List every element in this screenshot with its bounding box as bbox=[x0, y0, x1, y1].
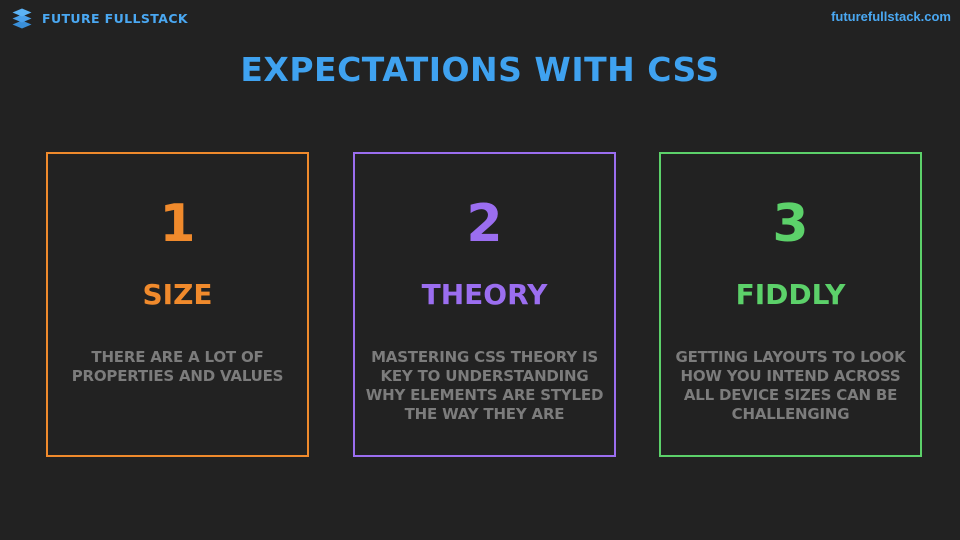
card-heading: THEORY bbox=[421, 278, 548, 311]
card-number: 2 bbox=[466, 194, 503, 254]
card-number: 1 bbox=[159, 194, 196, 254]
card-description: THERE ARE A LOT OF PROPERTIES AND VALUES bbox=[71, 348, 284, 385]
brand-name: FUTURE FULLSTACK bbox=[42, 10, 188, 26]
card-number: 3 bbox=[772, 194, 809, 254]
card-theory: 2 THEORY MASTERING CSS THEORY IS KEY TO … bbox=[353, 152, 616, 457]
slide-title: EXPECTATIONS WITH CSS bbox=[240, 50, 720, 89]
site-link[interactable]: futurefullstack.com bbox=[831, 9, 951, 24]
card-description: GETTING LAYOUTS TO LOOK HOW YOU INTEND A… bbox=[675, 348, 906, 423]
card-heading: SIZE bbox=[142, 278, 213, 311]
card-fiddly: 3 FIDDLY GETTING LAYOUTS TO LOOK HOW YOU… bbox=[659, 152, 922, 457]
card-size: 1 SIZE THERE ARE A LOT OF PROPERTIES AND… bbox=[46, 152, 309, 457]
layers-stack-icon bbox=[10, 6, 34, 30]
card-description: MASTERING CSS THEORY IS KEY TO UNDERSTAN… bbox=[365, 348, 604, 423]
brand-logo[interactable]: FUTURE FULLSTACK bbox=[10, 6, 188, 30]
card-heading: FIDDLY bbox=[735, 278, 846, 311]
